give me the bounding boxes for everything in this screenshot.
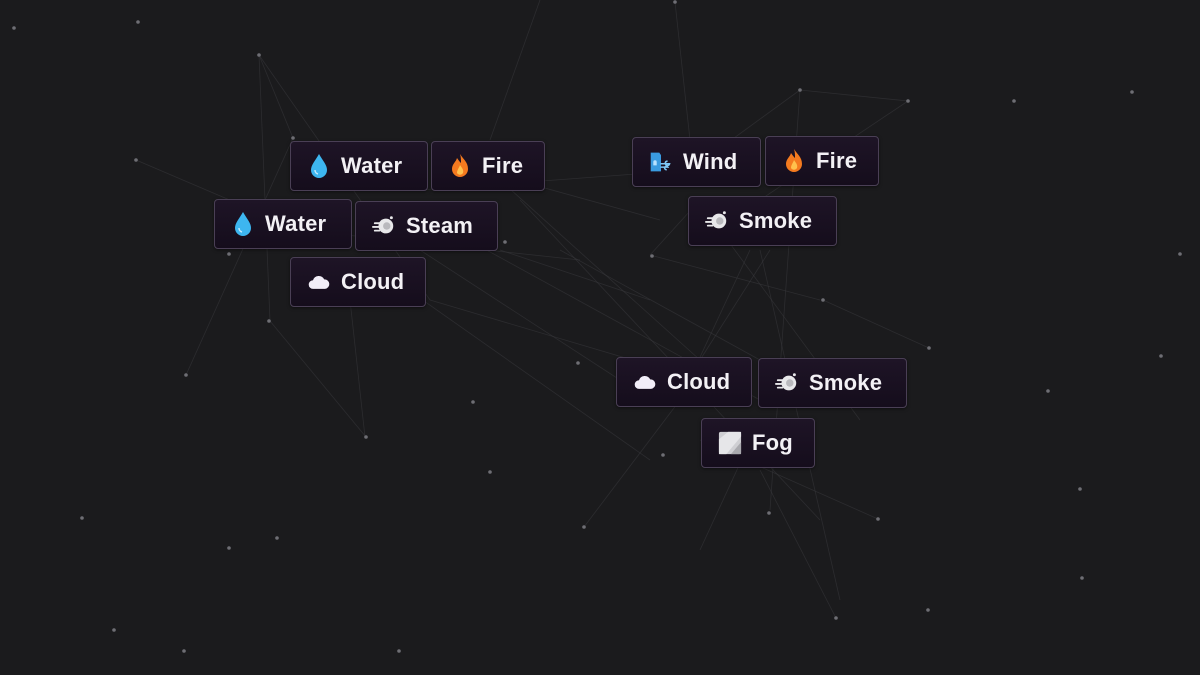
star-dot: [257, 53, 261, 57]
connection-line: [499, 249, 651, 301]
connection-line: [419, 249, 621, 381]
connection-line: [799, 89, 909, 102]
water-drop-icon: [231, 211, 255, 237]
connection-line: [349, 299, 366, 438]
element-label: Steam: [406, 213, 474, 238]
element-label: Cloud: [341, 269, 405, 294]
star-dot: [1080, 576, 1084, 580]
star-dot: [834, 616, 838, 620]
star-dot: [267, 319, 271, 323]
star-dot: [134, 158, 138, 162]
element-label: Fire: [816, 148, 858, 173]
star-dot: [1178, 252, 1182, 256]
star-dot: [364, 435, 368, 439]
star-dot: [582, 525, 586, 529]
star-dot: [291, 136, 295, 140]
star-dot: [927, 346, 931, 350]
element-label: Water: [265, 211, 327, 236]
star-dot: [488, 470, 492, 474]
steam-icon: [372, 213, 396, 239]
connection-line: [759, 469, 837, 619]
star-dot: [112, 628, 116, 632]
element-label: Wind: [683, 149, 738, 174]
element-tile-smoke[interactable]: Smoke: [758, 358, 907, 408]
connection-line: [185, 137, 294, 376]
element-label: Fire: [482, 153, 524, 178]
element-tile-water[interactable]: Water: [214, 199, 352, 249]
element-label: Cloud: [667, 369, 731, 394]
smoke-icon: [705, 208, 729, 234]
connection-line: [258, 54, 271, 322]
star-dot: [503, 240, 507, 244]
connection-web: [12, 0, 1182, 653]
connection-line: [489, 0, 541, 141]
star-dot: [136, 20, 140, 24]
star-dot: [227, 546, 231, 550]
element-tile-smoke[interactable]: Smoke: [688, 196, 837, 246]
element-tile-fog[interactable]: Fog: [701, 418, 815, 468]
star-dot: [798, 88, 802, 92]
star-dot: [184, 373, 188, 377]
fire-icon: [448, 153, 472, 179]
cloud-icon: [307, 269, 331, 295]
star-dot: [1078, 487, 1082, 491]
wind-icon: [649, 149, 673, 175]
star-dot: [650, 254, 654, 258]
connection-line: [559, 249, 761, 361]
craft-canvas[interactable]: Water Fire Water Steam Cloud Wind Fire S…: [0, 0, 1200, 675]
connection-line: [269, 320, 367, 438]
star-dot: [767, 511, 771, 515]
star-dot: [80, 516, 84, 520]
element-label: Smoke: [739, 208, 813, 233]
element-tile-steam[interactable]: Steam: [355, 201, 498, 251]
star-dot: [471, 400, 475, 404]
star-dot: [1046, 389, 1050, 393]
element-label: Fog: [752, 430, 793, 455]
star-dot: [876, 517, 880, 521]
star-dot: [1012, 99, 1016, 103]
element-label: Smoke: [809, 370, 883, 395]
connection-line: [499, 179, 701, 361]
element-tile-fire[interactable]: Fire: [431, 141, 545, 191]
star-dot: [1159, 354, 1163, 358]
water-drop-icon: [307, 153, 331, 179]
element-tile-wind[interactable]: Wind: [632, 137, 761, 187]
fire-icon: [782, 148, 806, 174]
star-dot: [576, 361, 580, 365]
connection-line: [674, 1, 691, 141]
connection-line: [822, 299, 930, 349]
element-tile-cloud[interactable]: Cloud: [290, 257, 426, 307]
smoke-icon: [775, 370, 799, 396]
element-tile-fire[interactable]: Fire: [765, 136, 879, 186]
cloud-icon: [633, 369, 657, 395]
element-label: Water: [341, 153, 403, 178]
star-dot: [275, 536, 279, 540]
star-dot: [906, 99, 910, 103]
star-dot: [397, 649, 401, 653]
star-dot: [821, 298, 825, 302]
star-dot: [182, 649, 186, 653]
star-dot: [227, 252, 231, 256]
star-dot: [926, 608, 930, 612]
star-dot: [661, 453, 665, 457]
star-dot: [673, 0, 677, 4]
star-dot: [12, 26, 16, 30]
fog-icon: [718, 430, 742, 456]
element-tile-cloud[interactable]: Cloud: [616, 357, 752, 407]
connection-line: [649, 254, 821, 301]
connection-line: [699, 249, 771, 361]
star-dot: [1130, 90, 1134, 94]
connection-line: [583, 399, 681, 528]
element-tile-water[interactable]: Water: [290, 141, 428, 191]
